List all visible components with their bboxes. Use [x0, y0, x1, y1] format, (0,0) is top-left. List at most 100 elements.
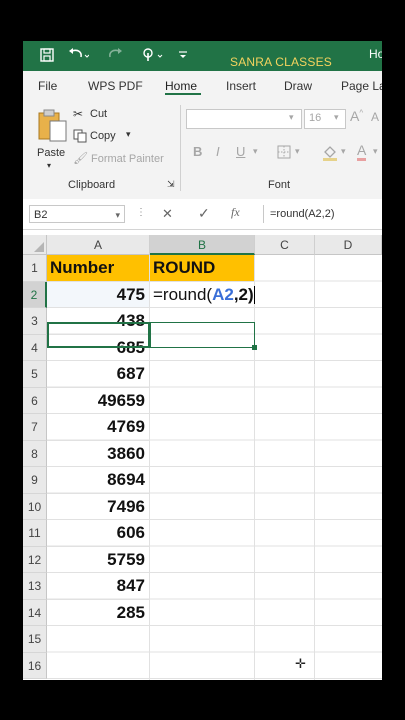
cell-a1[interactable]: Number: [47, 255, 150, 282]
decrease-font-icon[interactable]: A: [371, 110, 379, 124]
column-header-c[interactable]: C: [255, 235, 315, 255]
row-header[interactable]: 16: [23, 652, 47, 679]
touch-mode-icon[interactable]: [141, 47, 163, 66]
tab-insert[interactable]: Insert: [226, 79, 256, 93]
paintbrush-icon: 🖌: [73, 151, 89, 165]
column-header-b[interactable]: B: [150, 235, 255, 255]
copy-dropdown-icon[interactable]: ▾: [126, 129, 131, 140]
row-header[interactable]: 8: [23, 440, 47, 467]
select-all-button[interactable]: [23, 235, 47, 255]
row-header[interactable]: 13: [23, 573, 47, 600]
borders-icon[interactable]: [276, 144, 292, 160]
tab-wps-pdf[interactable]: WPS PDF: [88, 79, 143, 93]
cell-a6[interactable]: 49659: [47, 387, 150, 414]
tab-page-layout[interactable]: Page La: [341, 79, 382, 93]
row-header[interactable]: 10: [23, 493, 47, 520]
spreadsheet-grid: A B C D 1 2 3 4 5 6 7 8 9 10 11 12 13 14…: [23, 235, 382, 680]
formula-suffix: ,2): [233, 284, 254, 304]
undo-icon[interactable]: [67, 47, 90, 66]
cell-a14[interactable]: 285: [47, 599, 150, 626]
redo-icon[interactable]: [105, 47, 127, 66]
app-title: SANRA CLASSES: [230, 55, 332, 69]
save-icon[interactable]: [39, 47, 55, 66]
cell-b2[interactable]: =round(A2,2): [150, 281, 255, 308]
cell-a11[interactable]: 606: [47, 520, 150, 547]
bold-button[interactable]: B: [193, 144, 202, 159]
font-name-dropdown[interactable]: ▾: [186, 109, 302, 129]
cell-a13[interactable]: 847: [47, 573, 150, 600]
underline-dropdown-icon[interactable]: ▾: [253, 146, 258, 157]
cell-a8[interactable]: 3860: [47, 440, 150, 467]
row-header[interactable]: 3: [23, 308, 47, 335]
row-header[interactable]: 9: [23, 467, 47, 494]
row-header[interactable]: 4: [23, 334, 47, 361]
cell-a3[interactable]: 438: [47, 308, 150, 335]
ribbon: Paste ▾ ✂ Cut Copy ▾ 🖌 Format Painter Cl…: [23, 99, 382, 200]
cell-a5[interactable]: 687: [47, 361, 150, 388]
fill-handle[interactable]: [252, 345, 257, 350]
paste-icon: [38, 109, 67, 142]
formula-bar: B2 ▾ ⋮ ✕ ✓ fx =round(A2,2): [23, 199, 382, 230]
fill-color-icon[interactable]: [321, 143, 339, 161]
tab-draw[interactable]: Draw: [284, 79, 312, 93]
cell-a12[interactable]: 5759: [47, 546, 150, 573]
paste-dropdown-icon[interactable]: ▾: [47, 161, 51, 170]
chevron-down-icon: ▾: [289, 112, 294, 122]
row-header[interactable]: 6: [23, 387, 47, 414]
dialog-launcher-icon[interactable]: ⇲: [167, 179, 175, 190]
column-b-gridline: [150, 255, 255, 680]
column-header-d[interactable]: D: [315, 235, 382, 255]
font-color-dropdown-icon[interactable]: ▾: [373, 146, 378, 157]
crosshair-cursor-icon: ✛: [295, 656, 306, 671]
cell-a4[interactable]: 685: [47, 334, 150, 361]
column-header-a[interactable]: A: [47, 235, 150, 255]
clipboard-group-label: Clipboard: [68, 179, 116, 191]
underline-button[interactable]: U: [236, 144, 245, 159]
name-box-value: B2: [34, 209, 48, 221]
text-cursor: [253, 286, 255, 305]
increase-font-icon[interactable]: A^: [350, 108, 363, 124]
chevron-down-icon: ▾: [115, 210, 120, 220]
name-box[interactable]: B2 ▾: [29, 205, 125, 223]
fill-color-dropdown-icon[interactable]: ▾: [341, 146, 346, 157]
row-header[interactable]: 14: [23, 599, 47, 626]
paste-label: Paste: [37, 147, 66, 159]
row-header[interactable]: 5: [23, 361, 47, 388]
account-name[interactable]: Ho: [369, 47, 382, 61]
font-color-button[interactable]: A: [357, 143, 367, 161]
row-header[interactable]: 11: [23, 520, 47, 547]
cut-button[interactable]: ✂ Cut: [73, 107, 143, 123]
more-options-icon[interactable]: ⋮: [136, 207, 146, 218]
italic-button[interactable]: I: [216, 144, 220, 159]
format-painter-button[interactable]: 🖌 Format Painter: [73, 151, 173, 167]
row-header[interactable]: 15: [23, 626, 47, 653]
tab-file[interactable]: File: [38, 79, 57, 93]
cell-a9[interactable]: 8694: [47, 467, 150, 494]
paste-button[interactable]: Paste ▾: [31, 105, 71, 173]
excel-window: SANRA CLASSES Ho File WPS PDF Home Inser…: [23, 41, 382, 680]
copy-button[interactable]: Copy ▾: [73, 129, 153, 145]
cell-a10[interactable]: 7496: [47, 493, 150, 520]
title-bar: SANRA CLASSES Ho: [23, 41, 382, 71]
cell-a2[interactable]: 475: [47, 281, 150, 308]
row-header[interactable]: 1: [23, 255, 47, 282]
confirm-entry-button[interactable]: ✓: [198, 205, 210, 222]
formula-reference: A2: [212, 284, 234, 304]
row-header[interactable]: 12: [23, 546, 47, 573]
group-divider: [180, 105, 181, 191]
row-header[interactable]: 7: [23, 414, 47, 441]
format-painter-label: Format Painter: [91, 153, 164, 165]
font-size-dropdown[interactable]: 16 ▾: [304, 109, 346, 129]
borders-dropdown-icon[interactable]: ▾: [295, 146, 300, 157]
active-tab-indicator: [165, 93, 201, 95]
cancel-entry-button[interactable]: ✕: [162, 206, 173, 222]
row-header[interactable]: 2: [23, 281, 47, 308]
cell-a7[interactable]: 4769: [47, 414, 150, 441]
customize-qat-icon[interactable]: [177, 47, 189, 66]
formula-input[interactable]: =round(A2,2): [263, 205, 382, 223]
font-group-label: Font: [268, 179, 291, 191]
insert-function-button[interactable]: fx: [231, 205, 240, 220]
cell-b1[interactable]: ROUND: [150, 255, 255, 282]
tab-home[interactable]: Home: [165, 79, 197, 93]
copy-icon: [73, 129, 87, 143]
